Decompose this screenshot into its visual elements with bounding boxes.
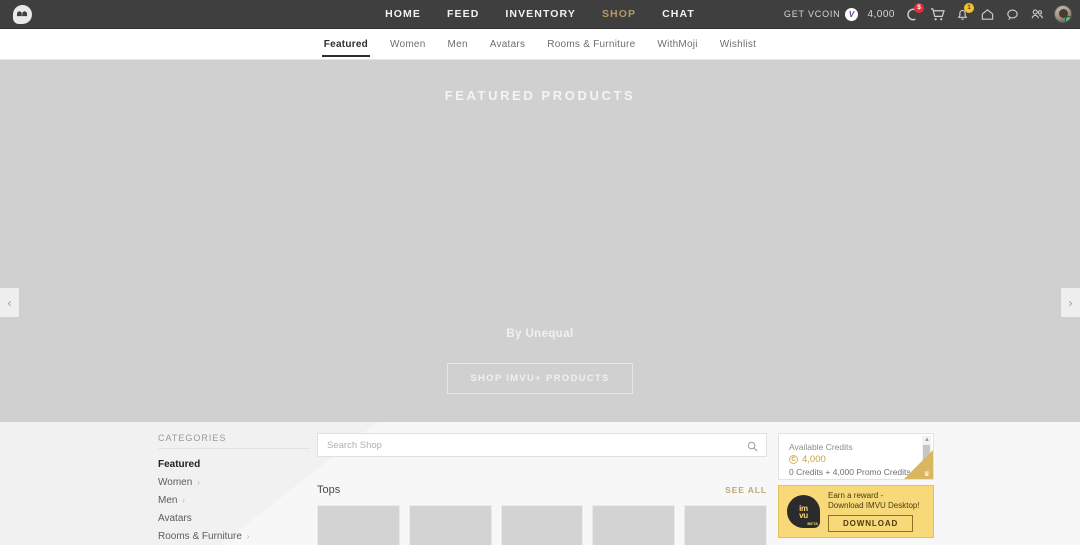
vcoin-icon: V bbox=[845, 7, 859, 21]
categories-sidebar: CATEGORIES Featured Women › Men › Avatar… bbox=[158, 433, 310, 545]
top-header: ☗☗ HOME FEED INVENTORY SHOP CHAT GET VCO… bbox=[0, 0, 1080, 29]
cart-icon[interactable] bbox=[929, 6, 945, 22]
shop-right-column: Available Credits C 4,000 0 Credits + 4,… bbox=[778, 433, 934, 545]
hero-bottom-block: By Unequal SHOP IMVU+ PRODUCTS bbox=[0, 328, 1080, 394]
credits-icon[interactable]: $ bbox=[904, 3, 924, 22]
online-status-dot bbox=[1065, 16, 1071, 22]
download-button[interactable]: DOWNLOAD bbox=[828, 515, 914, 532]
product-tile[interactable] bbox=[500, 505, 584, 545]
subnav-item-avatars[interactable]: Avatars bbox=[490, 31, 525, 57]
available-credits-label: Available Credits bbox=[789, 442, 853, 452]
credits-badge: $ bbox=[914, 3, 924, 13]
header-actions: GET VCOIN V 4,000 $ 1 bbox=[783, 3, 1080, 23]
crown-icon: ♛ bbox=[923, 471, 930, 478]
see-all-link[interactable]: SEE ALL bbox=[725, 485, 767, 495]
imvu-logo: ☗☗ bbox=[12, 4, 32, 24]
imvu-beta-logo-icon: im vu BETA bbox=[787, 495, 820, 528]
friends-icon[interactable] bbox=[1029, 6, 1045, 22]
sidebar-item-label: Rooms & Furniture bbox=[158, 530, 242, 542]
subnav-item-featured[interactable]: Featured bbox=[321, 31, 371, 57]
product-tile[interactable] bbox=[592, 505, 676, 545]
scroll-up-icon[interactable]: ▲ bbox=[924, 437, 930, 443]
section-title: Tops bbox=[317, 484, 341, 496]
logo-link[interactable]: ☗☗ bbox=[0, 0, 44, 29]
subnav-item-rooms-furniture[interactable]: Rooms & Furniture bbox=[547, 31, 635, 57]
notifications-badge: 1 bbox=[964, 3, 974, 13]
home-icon[interactable] bbox=[979, 6, 995, 22]
subnav-item-wishlist[interactable]: Wishlist bbox=[720, 31, 756, 57]
search-input[interactable] bbox=[327, 439, 757, 451]
credit-balance: 4,000 bbox=[867, 8, 895, 20]
chevron-right-icon: › bbox=[246, 531, 250, 541]
chevron-right-icon: › bbox=[197, 477, 200, 487]
nav-item-inventory[interactable]: INVENTORY bbox=[505, 8, 576, 20]
sidebar-item-women[interactable]: Women › bbox=[158, 473, 310, 491]
available-credits-value-row: C 4,000 bbox=[789, 454, 923, 465]
sidebar-item-label: Featured bbox=[158, 458, 201, 470]
hero-banner: FEATURED PRODUCTS By Unequal SHOP IMVU+ … bbox=[0, 60, 1080, 422]
subnav-item-men[interactable]: Men bbox=[448, 31, 468, 57]
credits-breakdown: 0 Credits + 4,000 Promo Credits bbox=[789, 467, 911, 477]
shop-imvu-plus-button[interactable]: SHOP IMVU+ PRODUCTS bbox=[447, 363, 633, 394]
sidebar-item-label: Men bbox=[158, 494, 178, 506]
desktop-download-promo[interactable]: im vu BETA Earn a reward - Download IMVU… bbox=[778, 485, 934, 538]
categories-list: Featured Women › Men › Avatars Rooms & F… bbox=[158, 455, 310, 545]
get-vcoin-label: GET VCOIN bbox=[783, 9, 841, 19]
product-tile[interactable] bbox=[408, 505, 492, 545]
categories-heading: CATEGORIES bbox=[158, 433, 310, 449]
subnav-item-women[interactable]: Women bbox=[390, 31, 426, 57]
product-tile[interactable] bbox=[317, 505, 400, 545]
hero-title: FEATURED PRODUCTS bbox=[444, 88, 636, 103]
promo-text-line1: Earn a reward - bbox=[828, 491, 884, 500]
beta-label: BETA bbox=[807, 521, 818, 526]
carousel-next-icon[interactable]: › bbox=[1061, 288, 1080, 317]
promo-body: Earn a reward - Download IMVU Desktop! D… bbox=[828, 491, 920, 532]
nav-item-shop[interactable]: SHOP bbox=[602, 8, 636, 20]
search-bar[interactable] bbox=[317, 433, 767, 457]
search-icon[interactable] bbox=[747, 439, 758, 457]
product-tile[interactable] bbox=[684, 505, 767, 545]
sidebar-item-label: Avatars bbox=[158, 512, 192, 524]
promo-logo-line2: vu bbox=[799, 510, 808, 520]
shop-subnav: Featured Women Men Avatars Rooms & Furni… bbox=[0, 29, 1080, 60]
avatar[interactable] bbox=[1054, 5, 1072, 23]
sidebar-item-men[interactable]: Men › bbox=[158, 491, 310, 509]
nav-item-home[interactable]: HOME bbox=[385, 8, 421, 20]
sidebar-item-rooms-furniture[interactable]: Rooms & Furniture › bbox=[158, 527, 310, 545]
hero-brand-label: By Unequal bbox=[506, 328, 574, 340]
shop-main-column: Tops SEE ALL bbox=[317, 433, 767, 545]
promo-text-line2: Download IMVU Desktop! bbox=[828, 501, 920, 510]
get-vcoin-button[interactable]: GET VCOIN V bbox=[783, 7, 859, 21]
shop-content-area: CATEGORIES Featured Women › Men › Avatar… bbox=[0, 422, 1080, 545]
messages-icon[interactable] bbox=[1004, 6, 1020, 22]
carousel-prev-icon[interactable]: ‹ bbox=[0, 288, 19, 317]
available-credits-amount: 4,000 bbox=[802, 454, 826, 465]
nav-item-chat[interactable]: CHAT bbox=[662, 8, 695, 20]
sidebar-item-label: Women bbox=[158, 476, 193, 488]
product-tile-row bbox=[317, 505, 767, 545]
credit-coin-icon: C bbox=[789, 455, 798, 464]
section-header-tops: Tops SEE ALL bbox=[317, 484, 767, 496]
subnav-item-withmoji[interactable]: WithMoji bbox=[657, 31, 697, 57]
available-credits-panel: Available Credits C 4,000 0 Credits + 4,… bbox=[778, 433, 934, 480]
chevron-right-icon: › bbox=[182, 495, 185, 505]
nav-item-feed[interactable]: FEED bbox=[447, 8, 479, 20]
sidebar-item-avatars[interactable]: Avatars bbox=[158, 509, 310, 527]
sidebar-item-featured[interactable]: Featured bbox=[158, 455, 310, 473]
notifications-icon[interactable]: 1 bbox=[954, 3, 974, 22]
